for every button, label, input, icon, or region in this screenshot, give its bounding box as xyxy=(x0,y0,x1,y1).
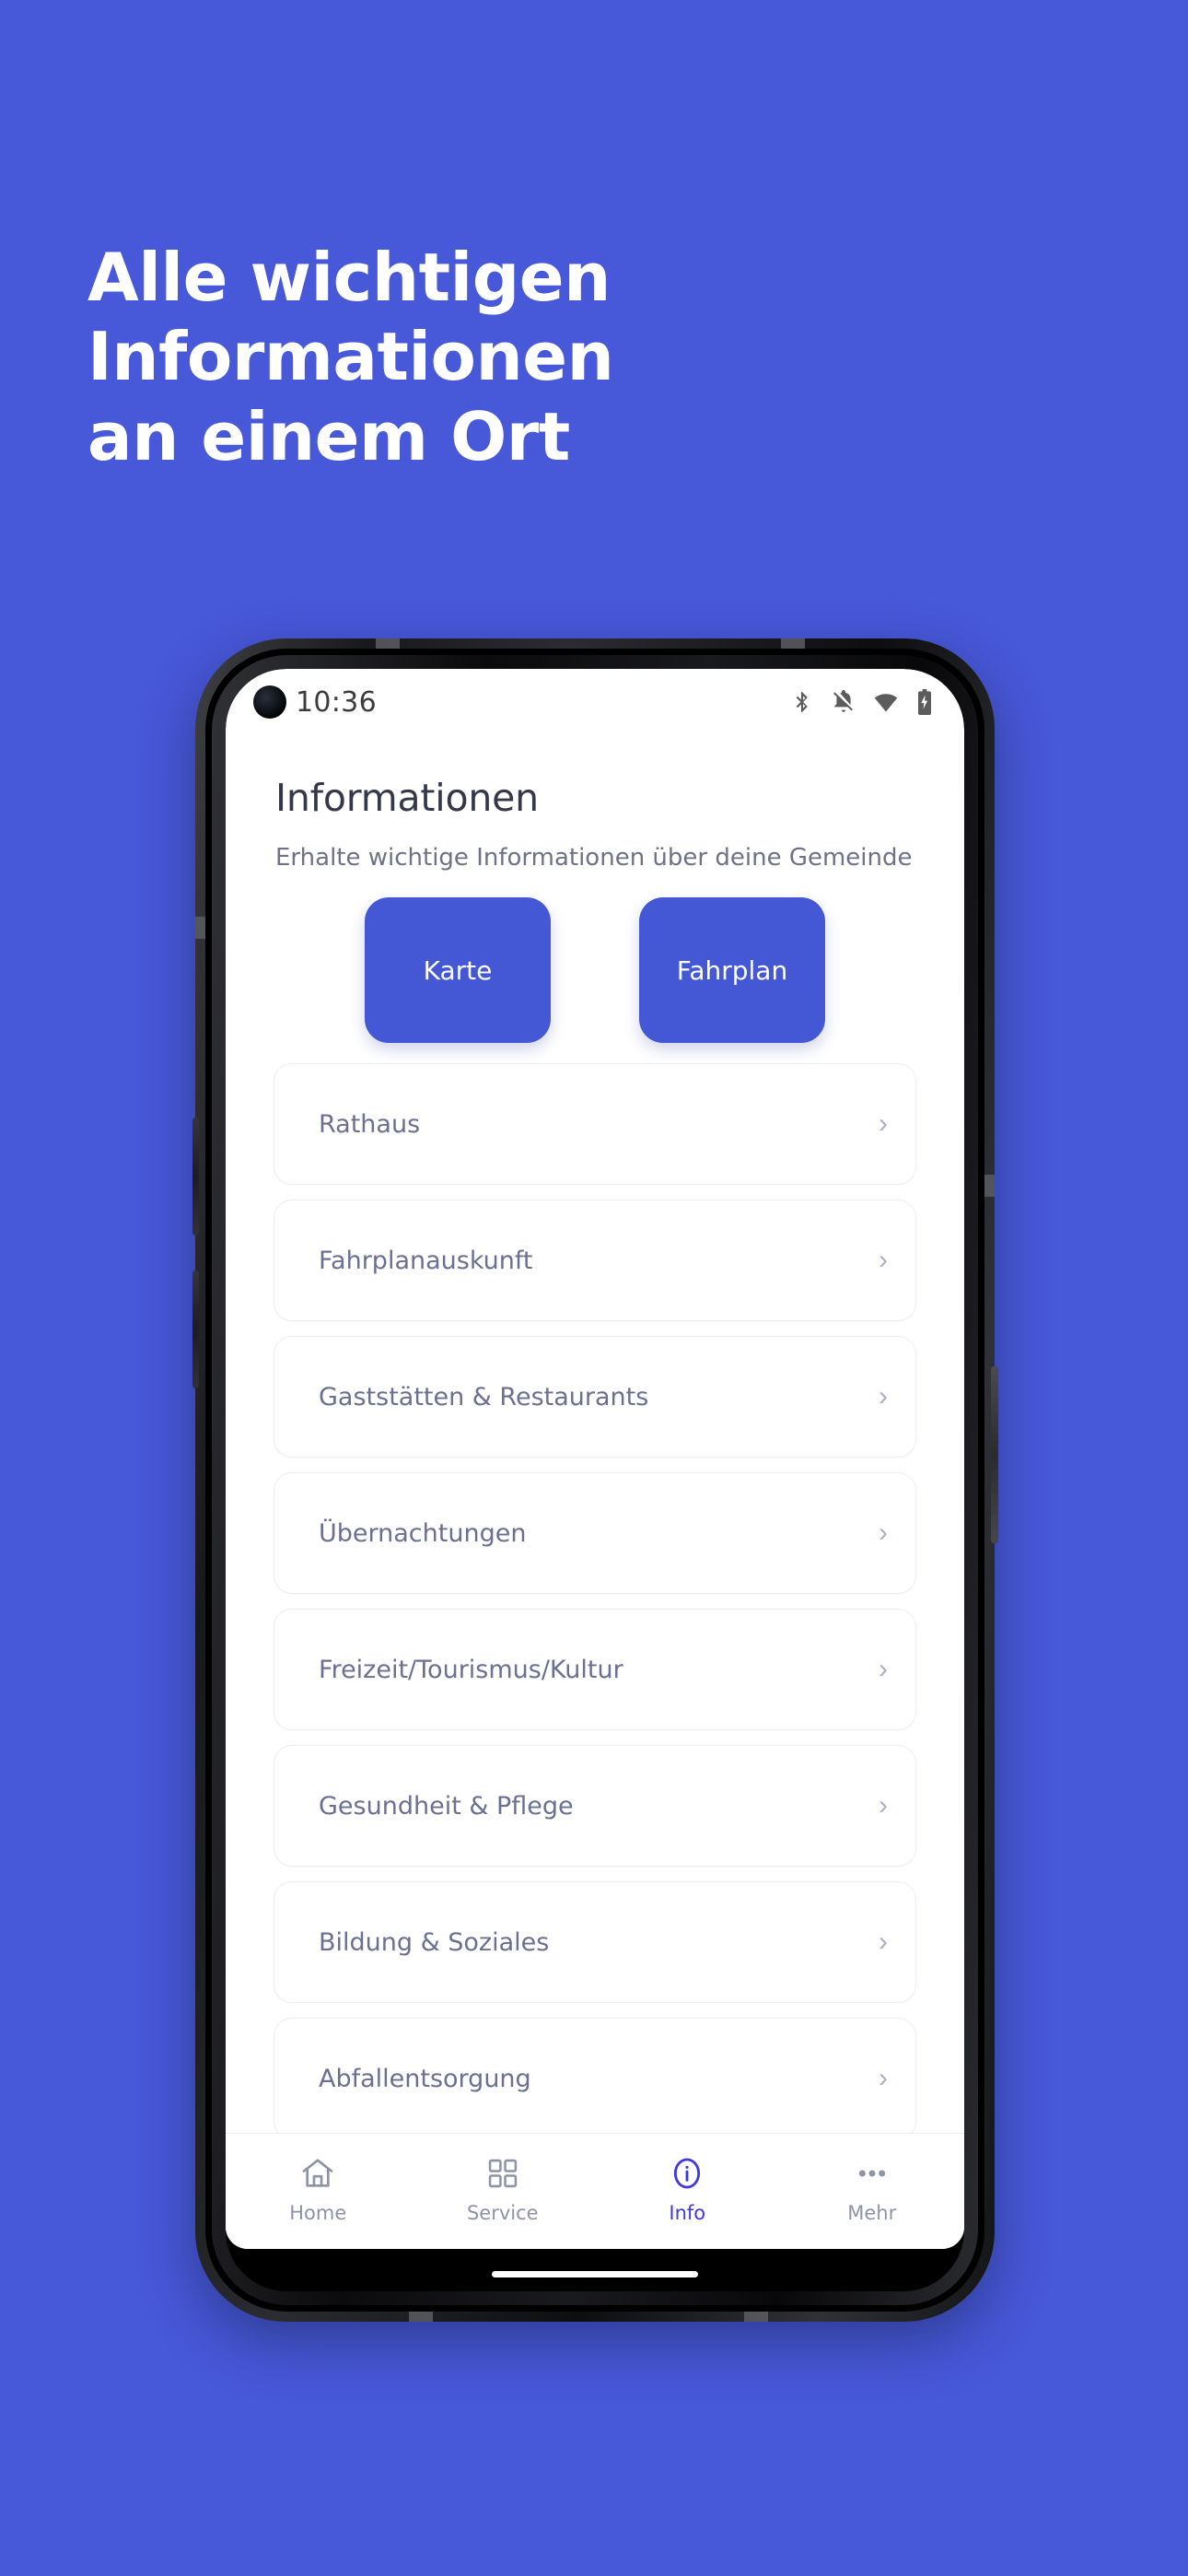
list-item-label: Freizeit/Tourismus/Kultur xyxy=(319,1655,623,1684)
chevron-right-icon: › xyxy=(879,1245,888,1275)
list-item-label: Gaststätten & Restaurants xyxy=(319,1382,649,1411)
chevron-right-icon: › xyxy=(879,1654,888,1684)
quick-actions: Karte Fahrplan xyxy=(226,872,964,1063)
phone-mockup: 10:36 Informationen Erhalte wichtige Inf… xyxy=(192,638,998,2322)
antenna-line-bottom-left xyxy=(409,2311,433,2322)
list-item-label: Gesundheit & Pflege xyxy=(319,1791,574,1821)
page-headline: Alle wichtigen Informationen an einem Or… xyxy=(87,239,614,475)
list-item-label: Fahrplanauskunft xyxy=(319,1246,533,1275)
tab-home[interactable]: Home xyxy=(226,2154,411,2224)
bottom-navigation: Home Service Info Mehr xyxy=(226,2133,964,2249)
list-item[interactable]: Bildung & Soziales › xyxy=(274,1881,916,2003)
list-item[interactable]: Freizeit/Tourismus/Kultur › xyxy=(274,1609,916,1730)
phone-bezel: 10:36 Informationen Erhalte wichtige Inf… xyxy=(205,649,984,2312)
tab-service[interactable]: Service xyxy=(411,2154,596,2224)
tab-label: Mehr xyxy=(847,2201,897,2224)
app-viewport: 10:36 Informationen Erhalte wichtige Inf… xyxy=(226,669,964,2249)
grid-icon xyxy=(485,2154,520,2193)
fahrplan-button[interactable]: Fahrplan xyxy=(639,897,825,1043)
page-title: Informationen xyxy=(275,776,539,820)
power-button[interactable] xyxy=(991,1366,998,1543)
list-item[interactable]: Abfallentsorgung › xyxy=(274,2018,916,2133)
battery-charging-icon xyxy=(916,689,933,715)
tab-info[interactable]: Info xyxy=(595,2154,780,2224)
chevron-right-icon: › xyxy=(879,2063,888,2093)
chevron-right-icon: › xyxy=(879,1517,888,1548)
chevron-right-icon: › xyxy=(879,1381,888,1411)
list-item[interactable]: Rathaus › xyxy=(274,1063,916,1185)
antenna-line-bottom-right xyxy=(744,2311,768,2322)
more-dots-icon xyxy=(854,2154,891,2193)
chevron-right-icon: › xyxy=(879,1926,888,1957)
tab-label: Home xyxy=(289,2201,347,2224)
volume-up-button[interactable] xyxy=(192,1118,199,1235)
wifi-icon xyxy=(873,689,899,715)
home-icon xyxy=(299,2154,336,2193)
bluetooth-icon xyxy=(790,689,814,715)
tab-label: Info xyxy=(669,2201,706,2224)
list-item-label: Bildung & Soziales xyxy=(319,1927,550,1957)
status-bar: 10:36 xyxy=(226,669,964,735)
list-item-label: Abfallentsorgung xyxy=(319,2064,531,2093)
status-bar-icons xyxy=(790,689,933,715)
list-item-label: Rathaus xyxy=(319,1109,421,1139)
phone-screen: 10:36 Informationen Erhalte wichtige Inf… xyxy=(226,669,964,2291)
list-item[interactable]: Gaststätten & Restaurants › xyxy=(274,1336,916,1458)
notifications-off-icon xyxy=(832,689,856,715)
list-item[interactable]: Gesundheit & Pflege › xyxy=(274,1745,916,1867)
chevron-right-icon: › xyxy=(879,1790,888,1821)
category-list[interactable]: Rathaus › Fahrplanauskunft › Gaststätten… xyxy=(226,1063,964,2133)
chevron-right-icon: › xyxy=(879,1108,888,1139)
app-header: Informationen Erhalte wichtige Informati… xyxy=(226,735,964,872)
volume-down-button[interactable] xyxy=(192,1270,199,1388)
list-item-label: Übernachtungen xyxy=(319,1518,527,1548)
status-bar-clock: 10:36 xyxy=(296,685,377,719)
front-camera-punch-hole xyxy=(253,685,286,719)
antenna-line-right xyxy=(984,1175,995,1197)
tab-mehr[interactable]: Mehr xyxy=(780,2154,965,2224)
tab-label: Service xyxy=(466,2201,539,2224)
list-item[interactable]: Übernachtungen › xyxy=(274,1472,916,1594)
page-subtitle: Erhalte wichtige Informationen über dein… xyxy=(275,844,913,872)
karte-button[interactable]: Karte xyxy=(365,897,551,1043)
info-circle-icon xyxy=(669,2154,705,2193)
gesture-indicator[interactable] xyxy=(492,2271,698,2277)
list-item[interactable]: Fahrplanauskunft › xyxy=(274,1200,916,1321)
